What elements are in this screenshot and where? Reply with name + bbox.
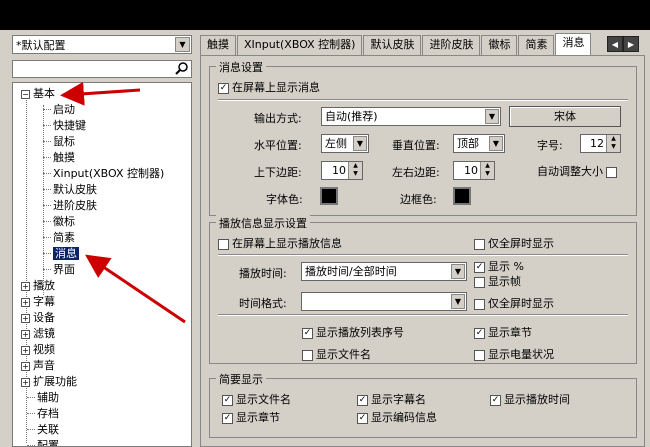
annotation-arrows (60, 81, 186, 324)
arrow-to-basic (60, 81, 141, 106)
arrow-to-message (85, 254, 186, 324)
